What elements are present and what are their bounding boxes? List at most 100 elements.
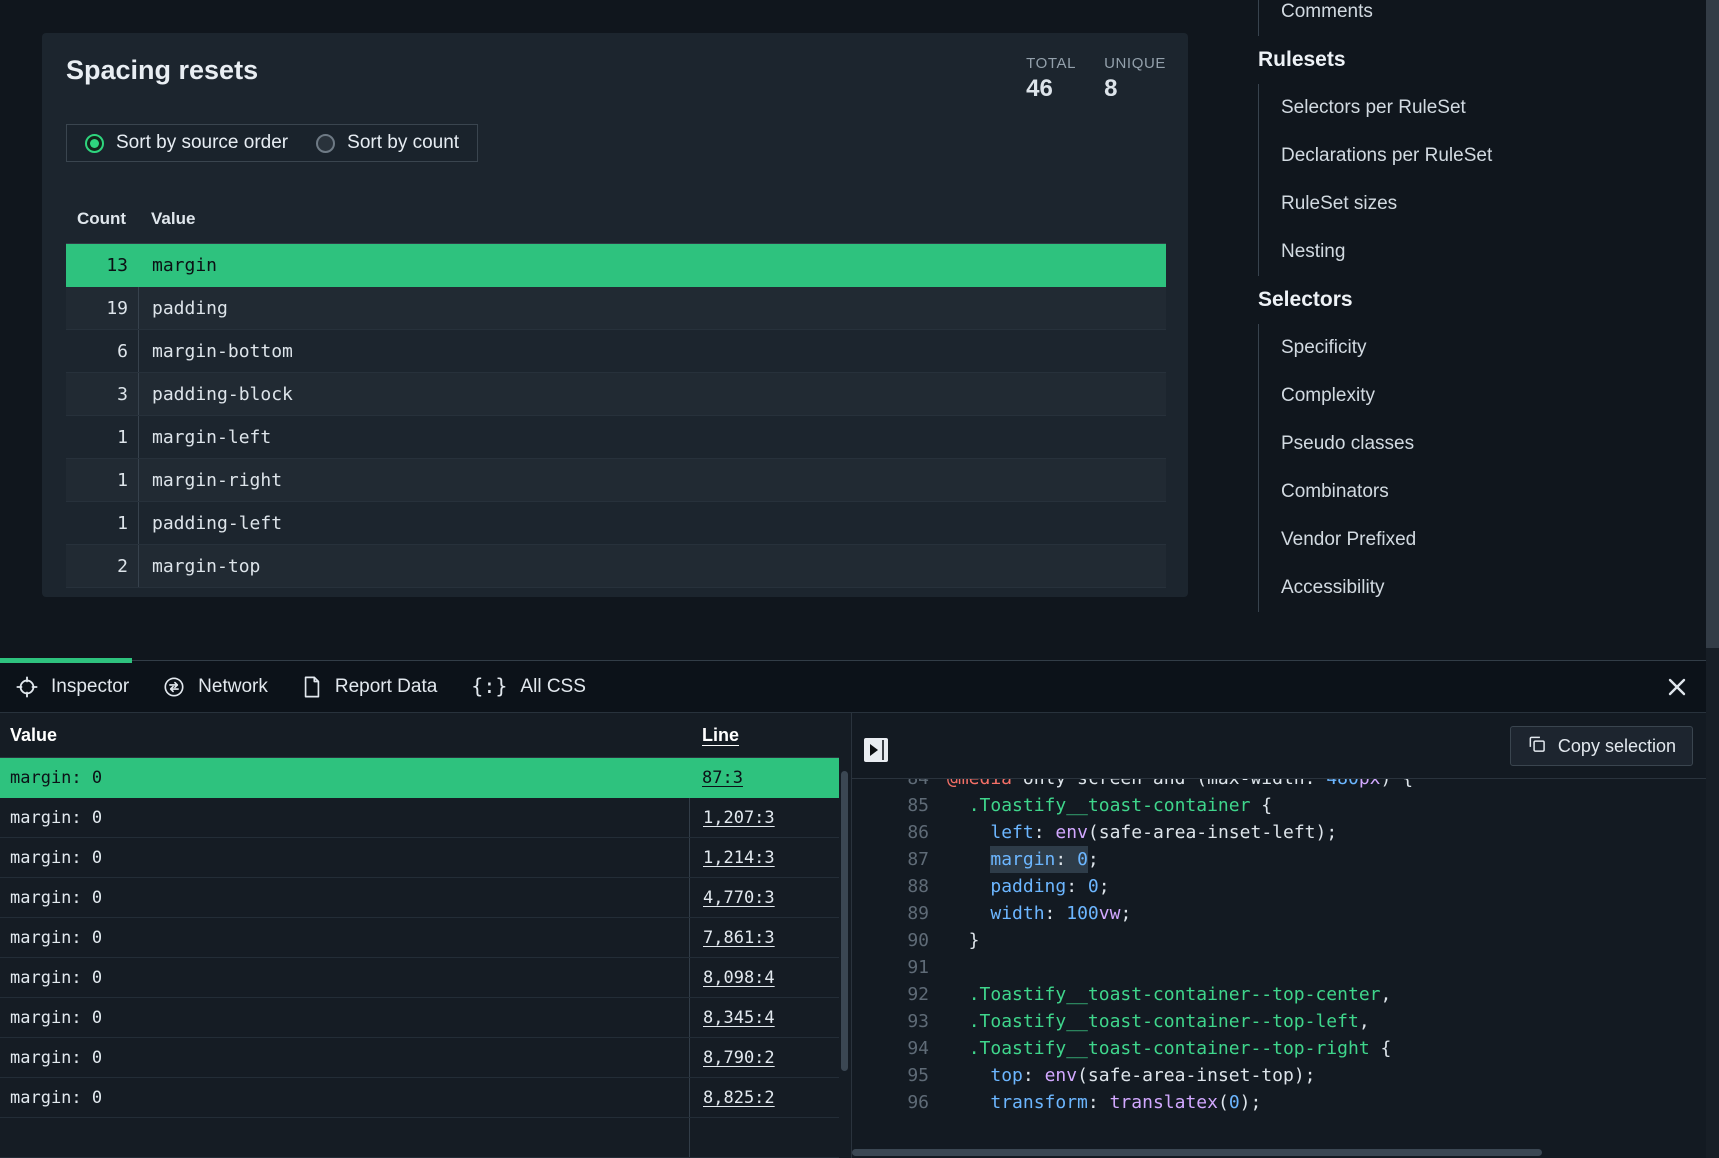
- tab-all-css[interactable]: {:}All CSS: [471, 674, 586, 699]
- line-number: 84: [852, 779, 929, 792]
- code-token: :: [1023, 1065, 1045, 1086]
- inspector-row-value: margin: 0: [0, 768, 689, 788]
- table-row[interactable]: 1padding-left: [66, 502, 1166, 545]
- code-token: :: [1055, 846, 1077, 873]
- line-link[interactable]: 87:3: [702, 768, 743, 788]
- line-link[interactable]: 1,207:3: [703, 808, 775, 828]
- inspector-row[interactable]: margin: 08,098:4: [0, 958, 839, 998]
- inspector-row[interactable]: margin: 0 8,345:4: [0, 998, 839, 1038]
- code-token: @media: [947, 779, 1012, 789]
- table-row[interactable]: 1margin-left: [66, 416, 1166, 459]
- code-token: env: [1055, 822, 1088, 843]
- inspector-row-value: margin: 0: [0, 1048, 689, 1068]
- sidebar-item-complexity[interactable]: Complexity: [1259, 372, 1688, 420]
- line-link[interactable]: 4,770:3: [703, 888, 775, 908]
- row-count: 3: [66, 384, 138, 405]
- tab-report-data[interactable]: Report Data: [302, 676, 437, 698]
- page-scrollbar[interactable]: [1706, 0, 1719, 1158]
- inspector-row[interactable]: margin: 0 87:3: [0, 758, 839, 798]
- line-number: 93: [852, 1008, 929, 1035]
- line-header[interactable]: Line: [689, 725, 839, 746]
- inspector-row-line: 1,207:3: [689, 798, 839, 837]
- close-icon[interactable]: [1665, 675, 1689, 699]
- code-token: vw: [1099, 903, 1121, 924]
- inspector-row-line: 8,345:4: [689, 998, 839, 1037]
- sidebar-item-nesting[interactable]: Nesting: [1259, 228, 1688, 276]
- table-row[interactable]: 6margin-bottom: [66, 330, 1166, 373]
- code-line: 86 left: env(safe-area-inset-left);: [852, 819, 1705, 846]
- sidebar-item-ruleset-sizes[interactable]: RuleSet sizes: [1259, 180, 1688, 228]
- inspector-row[interactable]: margin: 0 8,790:2: [0, 1038, 839, 1078]
- copy-selection-button[interactable]: Copy selection: [1510, 726, 1693, 766]
- sort-option-unselected[interactable]: Sort by count: [316, 132, 459, 154]
- inspector-row[interactable]: [0, 1118, 839, 1158]
- inspector-row-line: 4,770:3: [689, 878, 839, 917]
- line-link[interactable]: 8,345:4: [703, 1008, 775, 1028]
- inspector-row-value: margin: 0: [0, 1008, 689, 1028]
- sidebar-item-comments[interactable]: Comments: [1259, 0, 1688, 36]
- tab-label: Inspector: [51, 676, 129, 698]
- panel-toggle-icon[interactable]: [864, 738, 888, 762]
- line-link[interactable]: 1,214:3: [703, 848, 775, 868]
- value-column-header: Value: [138, 209, 195, 229]
- code-token: width: [990, 903, 1044, 924]
- row-value: padding-block: [138, 373, 1166, 415]
- spacing-resets-card: Spacing resets TOTAL 46 UNIQUE 8 Sort by…: [42, 33, 1188, 597]
- page-scrollbar-thumb[interactable]: [1706, 0, 1719, 648]
- code-line: 87 margin: 0;: [852, 846, 1705, 873]
- network-arrows-icon: [163, 676, 185, 698]
- code-line: 93 .Toastify__toast-container--top-left,: [852, 1008, 1705, 1035]
- sidebar-item-combinators[interactable]: Combinators: [1259, 468, 1688, 516]
- sidebar-item-pseudo-classes[interactable]: Pseudo classes: [1259, 420, 1688, 468]
- row-value: margin-bottom: [138, 330, 1166, 372]
- code-token: px: [1359, 779, 1381, 789]
- table-row[interactable]: 1margin-right: [66, 459, 1166, 502]
- inspector-row-line: 8,825:2: [689, 1078, 839, 1117]
- sidebar-item-selectors-per-ruleset[interactable]: Selectors per RuleSet: [1259, 84, 1688, 132]
- code-token: [947, 1038, 969, 1059]
- code-token: (safe-area-inset-top);: [1077, 1065, 1315, 1086]
- sidebar-item-specificity[interactable]: Specificity: [1259, 324, 1688, 372]
- code-token: ;: [1120, 903, 1131, 924]
- line-number: 91: [852, 954, 929, 981]
- radio-icon[interactable]: [316, 134, 335, 153]
- active-tab-indicator: [0, 658, 132, 663]
- copy-selection-label: Copy selection: [1558, 736, 1676, 757]
- table-row[interactable]: 19padding: [66, 287, 1166, 330]
- code-token: 100: [1066, 903, 1099, 924]
- code-token: [947, 876, 990, 897]
- sidebar-item-vendor-prefixed[interactable]: Vendor Prefixed: [1259, 516, 1688, 564]
- row-count: 2: [66, 556, 138, 577]
- radio-icon[interactable]: [85, 134, 104, 153]
- inspector-pane-scrollbar[interactable]: [841, 771, 848, 1071]
- table-row[interactable]: 3padding-block: [66, 373, 1166, 416]
- inspector-row[interactable]: margin: 07,861:3: [0, 918, 839, 958]
- sort-option-selected[interactable]: Sort by source order: [85, 132, 288, 154]
- table-row[interactable]: 13margin: [66, 244, 1166, 287]
- code-line: 88 padding: 0;: [852, 873, 1705, 900]
- code-token: 0: [1088, 876, 1099, 897]
- tab-inspector[interactable]: Inspector: [16, 676, 129, 698]
- stat-unique-label: UNIQUE: [1104, 55, 1166, 72]
- sidebar-item-accessibility[interactable]: Accessibility: [1259, 564, 1688, 612]
- line-number: 90: [852, 927, 929, 954]
- inspector-row[interactable]: margin: 01,214:3: [0, 838, 839, 878]
- inspector-row[interactable]: margin: 04,770:3: [0, 878, 839, 918]
- sidebar-section-header: Rulesets: [1258, 36, 1688, 84]
- line-link[interactable]: 8,790:2: [703, 1048, 775, 1068]
- inspector-row[interactable]: margin: 01,207:3: [0, 798, 839, 838]
- line-number: 95: [852, 1062, 929, 1089]
- line-number: 94: [852, 1035, 929, 1062]
- code-token: ) {: [1381, 779, 1414, 789]
- table-row[interactable]: 2margin-top: [66, 545, 1166, 588]
- tab-network[interactable]: Network: [163, 676, 268, 698]
- code-horizontal-scrollbar[interactable]: [852, 1149, 1542, 1156]
- line-link[interactable]: 8,098:4: [703, 968, 775, 988]
- line-link[interactable]: 8,825:2: [703, 1088, 775, 1108]
- inspector-row[interactable]: margin: 08,825:2: [0, 1078, 839, 1118]
- code-token: (safe-area-inset-left);: [1088, 822, 1337, 843]
- tab-label: Report Data: [335, 676, 437, 698]
- sidebar-item-declarations-per-ruleset[interactable]: Declarations per RuleSet: [1259, 132, 1688, 180]
- line-link[interactable]: 7,861:3: [703, 928, 775, 948]
- code-token: .Toastify__toast-container--top-right: [969, 1038, 1370, 1059]
